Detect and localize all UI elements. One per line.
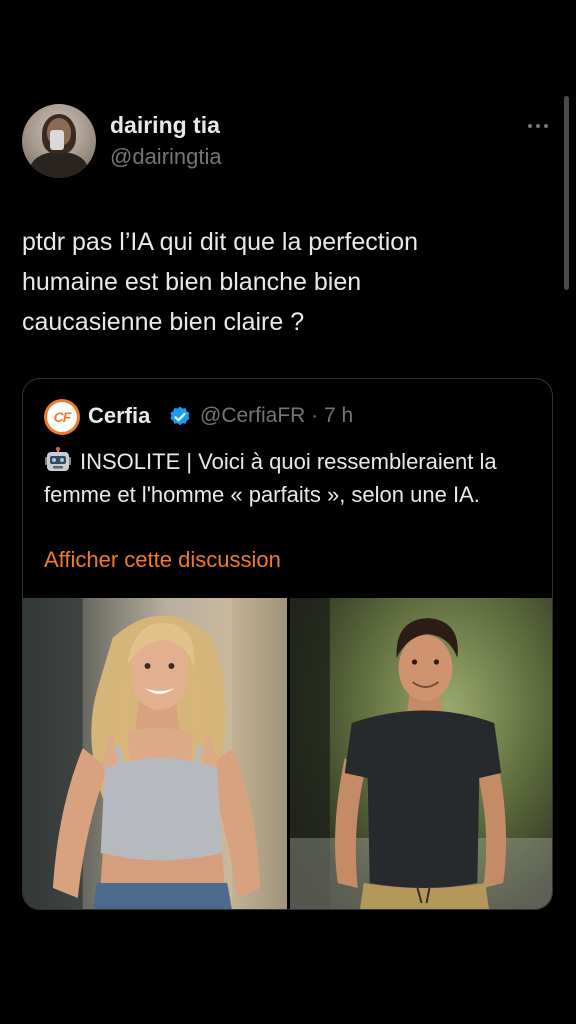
robot-emoji-icon [45, 447, 71, 471]
scrollbar[interactable] [564, 96, 569, 290]
tweet-text: ptdr pas l’IA qui dit que la perfection … [22, 228, 419, 336]
man-photo[interactable] [290, 598, 552, 909]
cerfia-logo-avatar[interactable]: CF [44, 399, 80, 435]
quoted-author-handle-time[interactable]: @CerfiaFR · 7 h [200, 404, 353, 428]
woman-photo-illustration [23, 598, 287, 909]
verified-badge-icon [170, 406, 190, 426]
author-display-name[interactable]: dairing tia [110, 112, 220, 139]
show-thread-link[interactable]: Afficher cette discussion [44, 547, 281, 573]
quoted-tweet-card[interactable]: CF Cerfia @CerfiaFR · 7 h INSOLITE | Voi… [22, 378, 553, 910]
cerfia-logo-text: CF [47, 402, 77, 432]
ellipsis-icon [528, 124, 532, 128]
quoted-tweet-text-block: INSOLITE | Voici à quoi ressembleraient … [44, 445, 539, 511]
man-photo-illustration [290, 598, 552, 909]
author-handle[interactable]: @dairingtia [110, 144, 222, 170]
media-grid[interactable] [23, 598, 552, 909]
woman-photo[interactable] [23, 598, 287, 909]
quoted-tweet-text: INSOLITE | Voici à quoi ressembleraient … [44, 449, 497, 507]
avatar[interactable] [22, 104, 96, 178]
more-options-button[interactable] [520, 112, 556, 140]
quoted-author-name[interactable]: Cerfia [88, 403, 150, 429]
